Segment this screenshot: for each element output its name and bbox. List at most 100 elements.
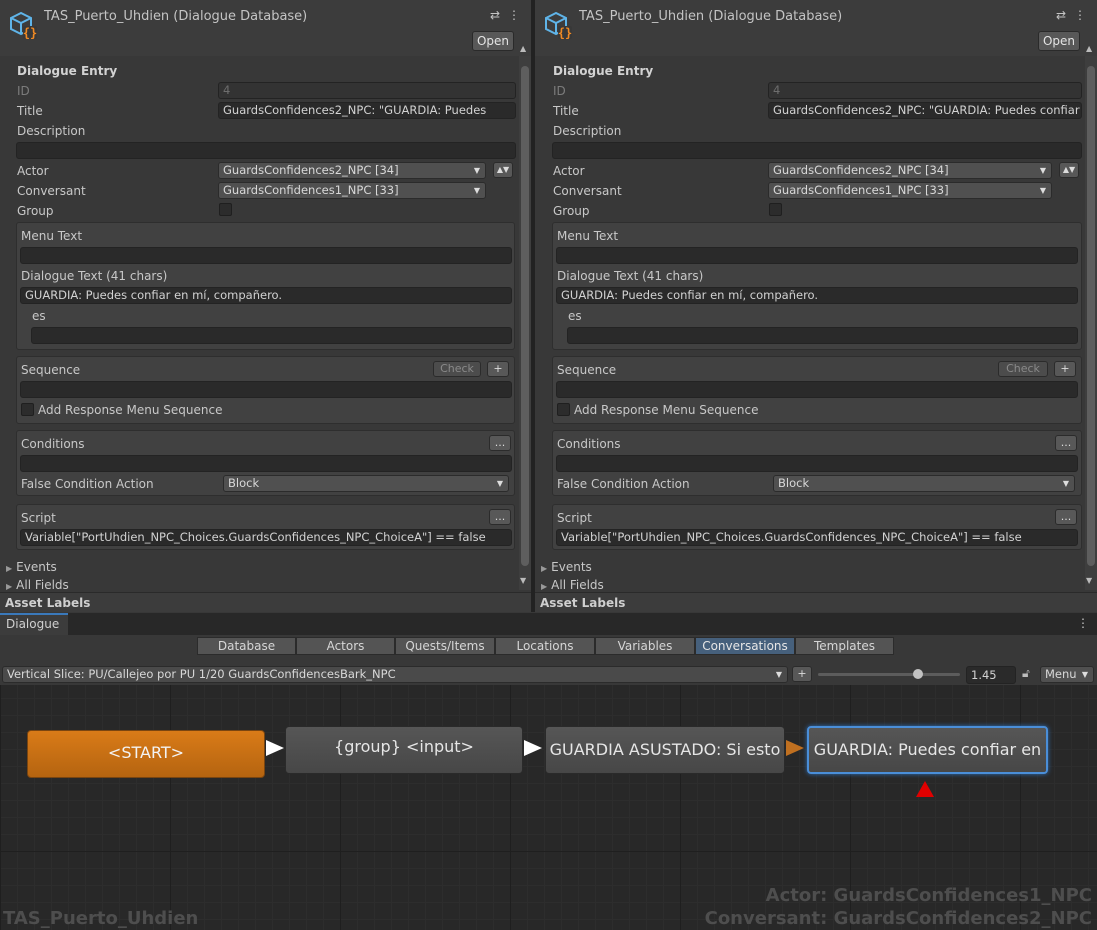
scroll-thumb[interactable] (521, 66, 529, 566)
node-canvas[interactable]: <START> {group} <input> GUARDIA ASUSTADO… (0, 685, 1097, 930)
inspector-scrollbar[interactable]: ▲ ▼ (519, 44, 531, 590)
tab-actors[interactable]: Actors (296, 637, 395, 655)
open-button[interactable]: Open (472, 31, 514, 51)
scroll-up-icon[interactable]: ▲ (520, 44, 526, 53)
localization-field[interactable] (31, 327, 512, 344)
sequence-field[interactable] (556, 381, 1078, 398)
conversation-dropdown[interactable]: Vertical Slice: PU/Callejeo por PU 1/20 … (2, 666, 788, 683)
dialogue-text-field[interactable]: GUARDIA: Puedes confiar en mí, compañero… (20, 287, 512, 304)
tab-quests-items[interactable]: Quests/Items (395, 637, 495, 655)
conditions-wizard-button[interactable]: ... (1055, 435, 1077, 451)
group-checkbox[interactable] (769, 203, 782, 216)
lock-icon[interactable]: 🔓︎ (1022, 666, 1030, 681)
sequence-field[interactable] (20, 381, 512, 398)
tab-locations[interactable]: Locations (495, 637, 595, 655)
description-field[interactable] (552, 142, 1082, 159)
title-field[interactable]: GuardsConfidences2_NPC: "GUARDIA: Puedes (218, 102, 516, 119)
sequence-label: Sequence (557, 363, 617, 377)
scroll-up-icon[interactable]: ▲ (1086, 44, 1092, 53)
script-label: Script (557, 511, 592, 525)
asset-labels-bar[interactable]: Asset Labels (535, 592, 1097, 612)
all-fields-foldout[interactable]: ▶ All Fields (6, 578, 69, 592)
conditions-field[interactable] (556, 455, 1078, 472)
check-button[interactable]: Check (998, 361, 1048, 377)
actor-dropdown[interactable]: GuardsConfidences2_NPC [34] ▼ (768, 162, 1052, 179)
add-response-checkbox[interactable] (557, 403, 570, 416)
events-label: Events (16, 560, 57, 574)
svg-text:{}: {} (558, 26, 572, 40)
chevron-down-icon: ▼ (473, 166, 480, 175)
menu-text-field[interactable] (20, 247, 512, 264)
guardia-asustado-node[interactable]: GUARDIA ASUSTADO: Si esto (545, 726, 785, 774)
zoom-slider[interactable] (818, 673, 960, 676)
false-condition-dropdown[interactable]: Block ▼ (773, 475, 1075, 492)
guardia-confiar-node[interactable]: GUARDIA: Puedes confiar en (807, 726, 1048, 774)
group-label: Group (17, 204, 54, 218)
zoom-field[interactable]: 1.45 (966, 666, 1016, 684)
tab-variables[interactable]: Variables (595, 637, 695, 655)
zoom-slider-thumb[interactable] (913, 669, 923, 679)
dialogue-window-tab[interactable]: Dialogue (0, 613, 68, 635)
start-node[interactable]: <START> (27, 730, 265, 778)
chevron-right-icon: ▶ (541, 582, 548, 591)
actor-stepper-button[interactable]: ▲▼ (1059, 162, 1079, 178)
add-conversation-button[interactable]: + (792, 666, 812, 682)
script-box: Script ... Variable["PortUhdien_NPC_Choi… (16, 504, 515, 550)
false-condition-label: False Condition Action (557, 477, 690, 491)
tab-templates[interactable]: Templates (795, 637, 894, 655)
events-foldout[interactable]: ▶ Events (541, 560, 592, 574)
actor-dropdown[interactable]: GuardsConfidences2_NPC [34] ▼ (218, 162, 486, 179)
localization-field[interactable] (567, 327, 1078, 344)
all-fields-foldout[interactable]: ▶ All Fields (541, 578, 604, 592)
localization-label: es (32, 309, 46, 323)
group-checkbox[interactable] (219, 203, 232, 216)
conditions-wizard-button[interactable]: ... (489, 435, 511, 451)
conversant-dropdown[interactable]: GuardsConfidences1_NPC [33] ▼ (218, 182, 486, 199)
sliders-icon[interactable]: ⇄ (490, 8, 500, 22)
inspector-scrollbar[interactable]: ▲ ▼ (1085, 44, 1097, 590)
conditions-field[interactable] (20, 455, 512, 472)
chevron-right-icon: ▶ (6, 582, 13, 591)
actor-value: GuardsConfidences2_NPC [34] (773, 163, 949, 177)
tab-database[interactable]: Database (197, 637, 296, 655)
conversant-dropdown[interactable]: GuardsConfidences1_NPC [33] ▼ (768, 182, 1052, 199)
script-wizard-button[interactable]: ... (489, 509, 511, 525)
kebab-menu-icon[interactable]: ⋮ (1074, 8, 1086, 22)
script-field[interactable]: Variable["PortUhdien_NPC_Choices.GuardsC… (20, 529, 512, 546)
group-input-node[interactable]: {group} <input> (285, 726, 523, 774)
sliders-icon[interactable]: ⇄ (1056, 8, 1066, 22)
script-field[interactable]: Variable["PortUhdien_NPC_Choices.GuardsC… (556, 529, 1078, 546)
tab-conversations[interactable]: Conversations (695, 637, 795, 655)
check-button[interactable]: Check (433, 361, 481, 377)
title-field[interactable]: GuardsConfidences2_NPC: "GUARDIA: Puedes… (768, 102, 1082, 119)
events-foldout[interactable]: ▶ Events (6, 560, 57, 574)
inspector-title: TAS_Puerto_Uhdien (Dialogue Database) (579, 9, 843, 24)
scroll-thumb[interactable] (1087, 66, 1095, 566)
dialogue-text-field[interactable]: GUARDIA: Puedes confiar en mí, compañero… (556, 287, 1078, 304)
actor-value: GuardsConfidences2_NPC [34] (223, 163, 399, 177)
add-sequence-button[interactable]: + (1054, 361, 1076, 377)
asset-labels-bar[interactable]: Asset Labels (0, 592, 531, 612)
actor-overlay: Actor: GuardsConfidences1_NPC (765, 885, 1092, 906)
title-label: Title (553, 104, 579, 118)
false-condition-value: Block (228, 476, 260, 490)
chevron-down-icon: ▼ (1062, 479, 1069, 488)
add-response-checkbox[interactable] (21, 403, 34, 416)
dialogue-text-label: Dialogue Text (41 chars) (557, 269, 704, 283)
open-button[interactable]: Open (1038, 31, 1080, 51)
script-wizard-button[interactable]: ... (1055, 509, 1077, 525)
actor-stepper-button[interactable]: ▲▼ (493, 162, 513, 178)
add-sequence-button[interactable]: + (487, 361, 509, 377)
false-condition-value: Block (778, 476, 810, 490)
menu-dropdown[interactable]: Menu ▼ (1040, 666, 1094, 683)
actor-label: Actor (553, 164, 585, 178)
sequence-box: Sequence Check + Add Response Menu Seque… (16, 356, 515, 424)
menu-text-field[interactable] (556, 247, 1078, 264)
scroll-down-icon[interactable]: ▼ (1086, 576, 1092, 585)
false-condition-dropdown[interactable]: Block ▼ (223, 475, 509, 492)
chevron-down-icon: ▼ (473, 186, 480, 195)
kebab-menu-icon[interactable]: ⋮ (1077, 616, 1089, 630)
scroll-down-icon[interactable]: ▼ (520, 576, 526, 585)
kebab-menu-icon[interactable]: ⋮ (508, 8, 520, 22)
description-field[interactable] (16, 142, 516, 159)
